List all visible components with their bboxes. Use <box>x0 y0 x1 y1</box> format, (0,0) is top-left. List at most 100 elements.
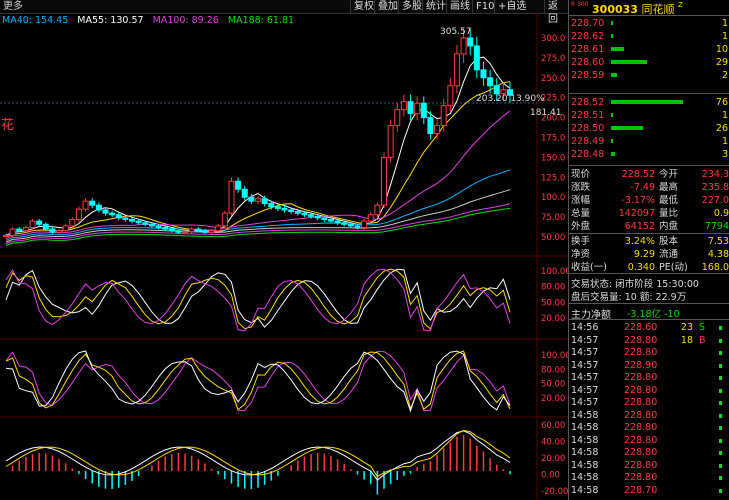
tick-price: 228.60 <box>624 322 658 333</box>
order-book-row[interactable]: 228.61 10 <box>569 43 729 56</box>
tick-row: 14:57 228.90 <box>569 360 729 372</box>
order-volume: 10 <box>715 44 728 55</box>
macd-line <box>5 429 511 478</box>
candle-body <box>308 214 315 217</box>
quote-label: 换手 <box>571 236 591 247</box>
candle-body <box>440 105 447 127</box>
indicator-axis-label: 20.00 <box>541 314 565 324</box>
tick-time: 14:58 <box>571 447 599 458</box>
candle-body <box>29 220 36 228</box>
price-axis-label: 300.0 <box>541 34 565 44</box>
candle-body <box>62 225 69 232</box>
main-flow-value: -3.18亿 -10 <box>627 309 680 320</box>
indicator-axis-label: 80.00 <box>541 283 565 293</box>
candle-body <box>175 230 182 233</box>
price-axis-label: 175.0 <box>541 134 565 144</box>
indicator-axis-label: 0.00 <box>541 471 560 481</box>
indicator-axis-label: 60.00 <box>541 421 565 431</box>
quote-value: -7.49 <box>630 182 655 193</box>
order-book-row[interactable]: 228.50 26 <box>569 122 729 135</box>
candle-body <box>473 45 480 71</box>
quote-row: 换手 3.24% 股本 7.53 <box>569 236 729 248</box>
order-book-row[interactable]: 228.48 3 <box>569 148 729 161</box>
candle-body <box>102 209 109 214</box>
quote-value: 7.53 <box>707 236 729 247</box>
price-axis: 300.0275.0250.0225.0200.0175.0150.0125.0… <box>541 34 565 243</box>
quote-panel: R 300 300033 同花顺 Z 228.70 1 228.62 1 228.61 1… <box>568 0 729 500</box>
order-book-row[interactable]: 228.49 1 <box>569 135 729 148</box>
order-volume-bar <box>611 100 683 104</box>
tick-price: 228.70 <box>624 484 658 496</box>
candle-body <box>16 228 23 232</box>
tick-price: 228.80 <box>624 459 658 471</box>
candle-body <box>274 206 281 209</box>
kline-chart[interactable]: 300.0275.0250.0225.0200.0175.0150.0125.0… <box>0 13 568 500</box>
tick-row: 14:58 228.80 <box>569 410 729 422</box>
candle-body <box>148 223 155 227</box>
multi-stock-button[interactable]: 多股 <box>398 0 425 13</box>
tick-time: 14:58 <box>571 422 599 433</box>
order-book-row[interactable]: 228.60 29 <box>569 56 729 69</box>
candle-body <box>255 198 261 202</box>
tick-row: 14:58 228.80 <box>569 435 729 447</box>
indicator1-axis: 100.00 80.00 50.00 20.00 <box>541 267 568 324</box>
order-volume: 3 <box>721 149 728 160</box>
tick-time: 14:57 <box>571 359 599 371</box>
draw-line-button[interactable]: 画线 <box>446 0 473 13</box>
tick-time: 14:58 <box>571 484 599 496</box>
price-axis-label: 150.0 <box>541 153 565 163</box>
quote-label: 最高 <box>659 182 679 193</box>
order-price: 228.61 <box>571 44 605 55</box>
stock-header: R 300 300033 同花顺 Z <box>571 1 729 16</box>
restore-rights-button[interactable]: 复权 <box>350 0 377 13</box>
candle-body <box>487 77 494 87</box>
candle-body <box>75 208 82 221</box>
order-volume-bar <box>611 126 643 130</box>
candle-body <box>453 53 460 87</box>
tick-time: 14:57 <box>571 347 599 358</box>
indicator-axis-label: 80.00 <box>541 365 565 375</box>
candle-body <box>208 230 215 233</box>
candle-body <box>42 223 49 230</box>
order-book-row[interactable]: 228.51 1 <box>569 109 729 122</box>
order-volume-bar <box>611 113 613 117</box>
add-watchlist-button[interactable]: +自选 <box>494 0 529 13</box>
tick-time: 14:57 <box>571 334 599 346</box>
quote-label: 量比 <box>659 208 679 219</box>
tick-price: 228.90 <box>624 359 658 371</box>
order-book-row[interactable]: 228.59 2 <box>569 69 729 82</box>
tick-price: 228.80 <box>624 472 658 483</box>
candle-body <box>122 217 129 221</box>
overlay-button[interactable]: 叠加 <box>374 0 401 13</box>
indicator-line <box>5 350 511 412</box>
candle-body <box>268 203 275 208</box>
candle-body <box>420 102 427 119</box>
tick-marker <box>719 363 722 368</box>
indicator2-axis: 100.00 80.00 50.00 20.00 <box>541 351 568 404</box>
candle-body <box>361 220 368 228</box>
order-book-row[interactable]: 228.52 76 <box>569 96 729 109</box>
candle-body <box>467 37 474 47</box>
statistics-button[interactable]: 统计 <box>422 0 449 13</box>
candle-body <box>281 207 288 211</box>
candle-body <box>215 225 222 232</box>
stock-superscript: Z <box>677 1 683 9</box>
candle-body <box>201 230 208 233</box>
tick-price: 228.80 <box>624 384 658 396</box>
quote-label: 最低 <box>659 195 679 206</box>
side-stock-char: 花 <box>1 117 14 133</box>
candle-body <box>248 196 255 202</box>
tick-row: 14:57 228.80 <box>569 397 729 409</box>
order-book-row[interactable]: 228.62 1 <box>569 30 729 43</box>
order-volume: 1 <box>721 110 728 121</box>
price-axis-label: 250.0 <box>541 74 565 84</box>
order-book-row[interactable]: 228.70 1 <box>569 17 729 30</box>
indicator2-lines <box>5 350 511 413</box>
quote-label: 外盘 <box>571 221 591 232</box>
price-axis-label: 275.0 <box>541 54 565 64</box>
candle-body <box>480 69 487 79</box>
more-menu-button[interactable]: 更多 <box>3 0 23 13</box>
back-button[interactable]: 返回 <box>544 0 568 25</box>
quote-value: 3.24% <box>624 236 655 247</box>
chart-toolbar: 更多 复权 叠加 多股 统计 画线 F10 +自选 返回 <box>0 0 568 25</box>
